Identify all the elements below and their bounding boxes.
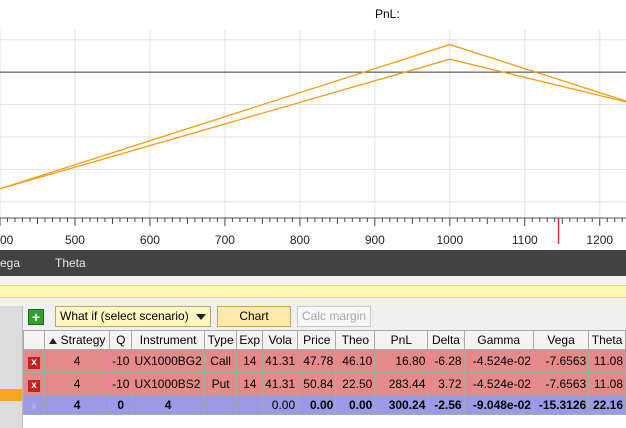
cell-gamma: -9.048e-02 <box>463 395 534 415</box>
column-header-q[interactable]: Q <box>109 330 133 350</box>
column-header-price[interactable]: Price <box>297 330 337 350</box>
column-header-theo[interactable]: Theo <box>335 330 376 350</box>
cell-instrument: 4 <box>131 395 205 415</box>
add-position-button[interactable]: + <box>28 309 44 325</box>
cell-type: Call <box>203 349 238 373</box>
greeks-label-theta[interactable]: Theta <box>55 256 86 270</box>
cell-vega: -15.3126 <box>532 395 590 415</box>
cell-q[interactable]: -10 <box>109 372 133 396</box>
cell-vola: 41.31 <box>262 349 299 373</box>
remove-cell: x <box>23 349 45 373</box>
x-axis-tick-label: 800 <box>290 233 310 247</box>
chevron-down-icon <box>196 314 206 320</box>
cell-delta: -2.56 <box>427 395 465 415</box>
positions-toolbar: + What if (select scenario) Chart Calc m… <box>23 306 626 330</box>
remove-position-icon[interactable]: x <box>27 379 40 392</box>
cell-exp: 14 <box>236 372 264 396</box>
column-header-pnl[interactable]: PnL <box>374 330 429 350</box>
cell-delta: -6.28 <box>427 349 465 373</box>
chart-background <box>0 30 626 250</box>
cell-theta: 11.08 <box>588 349 626 373</box>
cell-vega: -7.6563 <box>532 349 590 373</box>
column-header-exp[interactable]: Exp <box>236 330 264 350</box>
table-row[interactable]: x 4 -10 UX1000BS2 Put 14 41.31 50.84 22.… <box>23 372 626 396</box>
column-header[interactable] <box>23 330 45 350</box>
table-row[interactable]: x 4 -10 UX1000BG2 Call 14 41.31 47.78 46… <box>23 349 626 373</box>
x-axis-tick-label: 1000 <box>436 233 463 247</box>
cell-price: 0.00 <box>297 395 337 415</box>
greeks-bar: ega Theta <box>0 250 626 276</box>
cell-strategy: 4 <box>43 395 111 415</box>
column-header-strategy[interactable]: Strategy <box>43 330 111 350</box>
remove-cell: x <box>23 395 45 415</box>
scenario-stripe <box>0 285 626 298</box>
cell-q: 0 <box>109 395 133 415</box>
table-total-row[interactable]: x 4 0 4 0.00 0.00 0.00 300.24 -2.56 -9.0… <box>23 395 626 415</box>
cell-vega: -7.6563 <box>532 372 590 396</box>
left-panel <box>0 306 23 428</box>
cell-type: Put <box>203 372 238 396</box>
cell-pnl: 16.80 <box>374 349 429 373</box>
scenario-select-value: What if (select scenario) <box>60 309 189 323</box>
cell-theta: 11.08 <box>588 372 626 396</box>
pnl-chart[interactable]: 00 500 600 700 800 900 1000 1100 1200 <box>0 30 626 250</box>
cell-delta: 3.72 <box>427 372 465 396</box>
x-axis-tick-label: 1100 <box>512 233 538 247</box>
remove-position-icon: x <box>31 400 37 412</box>
table-header: Strategy Q Instrument Type Exp Vola Pric… <box>23 330 626 350</box>
x-axis-tick-label: 600 <box>140 233 160 247</box>
cell-gamma: -4.524e-02 <box>463 372 534 396</box>
cell-gamma: -4.524e-02 <box>463 349 534 373</box>
x-axis-tick-label: 1200 <box>586 233 613 247</box>
x-axis-tick-label: 00 <box>0 233 14 247</box>
positions-table: Strategy Q Instrument Type Exp Vola Pric… <box>23 330 626 415</box>
chart-button[interactable]: Chart <box>217 306 291 327</box>
selected-row-marker <box>0 389 22 401</box>
sort-ascending-icon <box>48 337 57 344</box>
cell-vola: 0.00 <box>262 395 299 415</box>
cell-strategy: 4 <box>43 372 111 396</box>
x-axis-tick-label: 500 <box>65 233 85 247</box>
cell-pnl: 300.24 <box>374 395 429 415</box>
cell-type <box>203 395 238 415</box>
calc-margin-button[interactable]: Calc margin <box>297 306 371 327</box>
separator <box>0 276 626 285</box>
separator <box>0 298 626 306</box>
cell-instrument: UX1000BS2 <box>131 372 205 396</box>
column-header-delta[interactable]: Delta <box>427 330 465 350</box>
remove-position-icon[interactable]: x <box>27 356 40 369</box>
greeks-label-vega[interactable]: ega <box>0 256 20 270</box>
cell-theo: 46.10 <box>335 349 376 373</box>
cell-theta: 22.16 <box>588 395 626 415</box>
x-axis-tick-label: 900 <box>365 233 385 247</box>
chart-header: PnL: <box>0 0 626 31</box>
column-header-vola[interactable]: Vola <box>262 330 299 350</box>
cell-q[interactable]: -10 <box>109 349 133 373</box>
column-header-instrument[interactable]: Instrument <box>131 330 205 350</box>
column-header-type[interactable]: Type <box>203 330 238 350</box>
x-axis-tick-label: 700 <box>215 233 235 247</box>
scenario-select[interactable]: What if (select scenario) <box>55 306 211 327</box>
cell-vola: 41.31 <box>262 372 299 396</box>
column-header-gamma[interactable]: Gamma <box>463 330 534 350</box>
column-header-theta[interactable]: Theta <box>588 330 626 350</box>
remove-cell: x <box>23 372 45 396</box>
chart-title: PnL: <box>375 7 400 21</box>
cell-theo: 0.00 <box>335 395 376 415</box>
cell-exp <box>236 395 264 415</box>
cell-strategy: 4 <box>43 349 111 373</box>
cell-price: 50.84 <box>297 372 337 396</box>
cell-pnl: 283.44 <box>374 372 429 396</box>
cell-instrument: UX1000BG2 <box>131 349 205 373</box>
column-header-vega[interactable]: Vega <box>532 330 590 350</box>
cell-price: 47.78 <box>297 349 337 373</box>
cell-exp: 14 <box>236 349 264 373</box>
cell-theo: 22.50 <box>335 372 376 396</box>
